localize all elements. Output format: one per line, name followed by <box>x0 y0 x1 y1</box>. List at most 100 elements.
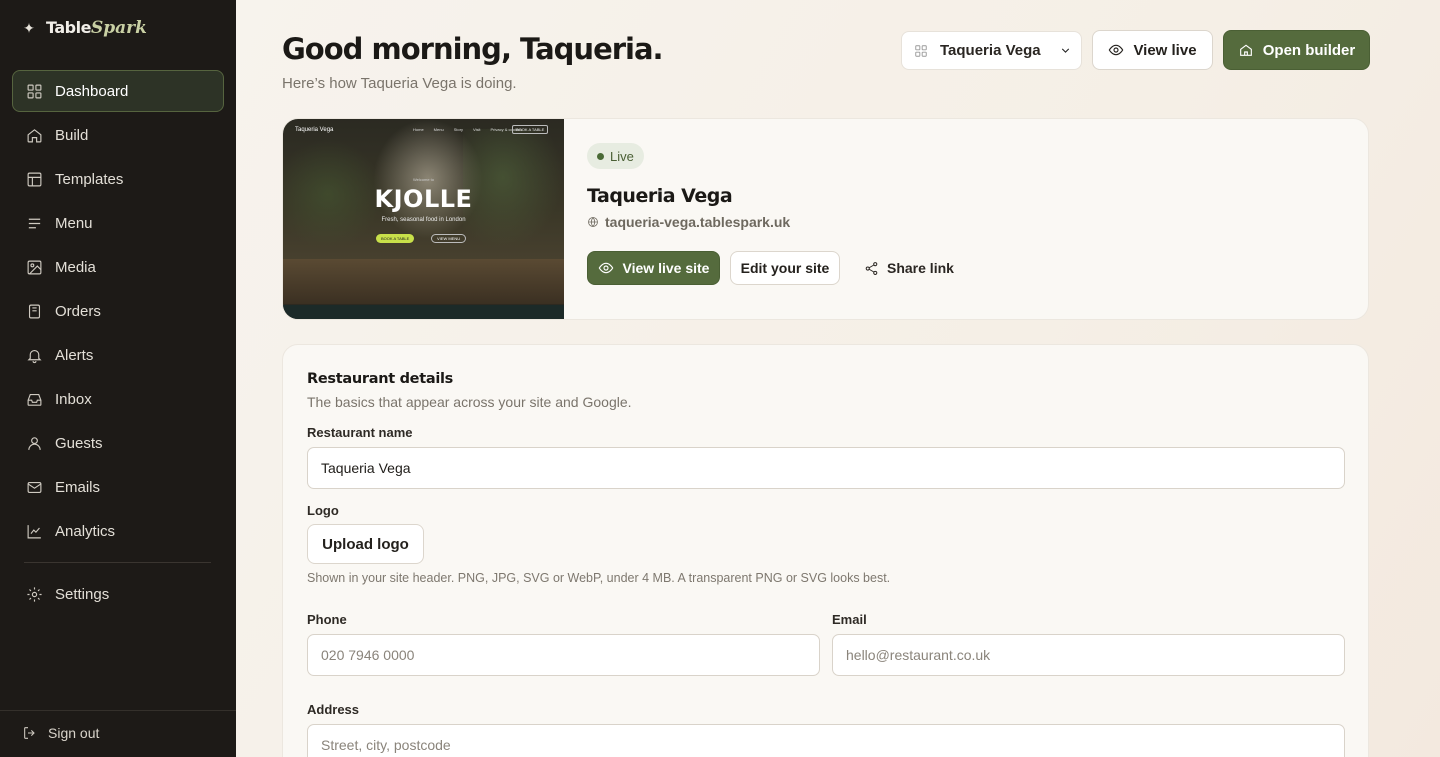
email-input[interactable] <box>832 634 1345 676</box>
phone-label: Phone <box>307 612 347 627</box>
edit-site-label: Edit your site <box>740 260 830 276</box>
preview-nav-item: Story <box>453 127 464 132</box>
gear-icon <box>27 586 42 602</box>
open-builder-button[interactable]: Open builder <box>1223 30 1370 70</box>
site-name: Taqueria Vega <box>587 185 733 207</box>
upload-logo-label: Upload logo <box>322 535 409 553</box>
sidebar-divider <box>24 562 211 563</box>
sidebar-item-templates[interactable]: Templates <box>12 158 224 200</box>
restaurant-details-card: Restaurant details The basics that appea… <box>282 344 1369 757</box>
sidebar-item-label: Menu <box>55 214 93 232</box>
home-icon <box>1239 44 1252 56</box>
share-icon <box>865 261 878 275</box>
sparkle-icon: ✦ <box>23 19 35 36</box>
sidebar-item-media[interactable]: Media <box>12 246 224 288</box>
brand-word-table: Table <box>46 18 91 37</box>
section-subtitle: The basics that appear across your site … <box>307 394 632 410</box>
sidebar-item-guests[interactable]: Guests <box>12 422 224 464</box>
phone-input[interactable] <box>307 634 820 676</box>
share-link-label: Share link <box>887 260 954 276</box>
site-card: Taqueria Vega Home Menu Story Visit Priv… <box>282 118 1369 320</box>
email-label: Email <box>832 612 867 627</box>
preview-nav: Home Menu Story Visit Privacy & cookies <box>413 127 522 132</box>
sidebar-nav: Dashboard Build Templates Menu Media Ord… <box>12 70 224 554</box>
site-selector-value: Taqueria Vega <box>940 42 1041 59</box>
preview-nav-item: Menu <box>433 127 444 132</box>
brand-word-spark: Spark <box>90 18 147 38</box>
sidebar-item-emails[interactable]: Emails <box>12 466 224 508</box>
sidebar-item-label: Inbox <box>55 390 92 408</box>
site-selector[interactable]: Taqueria Vega <box>901 31 1082 70</box>
sidebar-item-label: Build <box>55 126 89 144</box>
status-label: Live <box>610 148 634 164</box>
status-badge: Live <box>587 143 644 169</box>
preview-nav-item: Home <box>413 127 424 132</box>
sidebar-item-label: Alerts <box>55 346 94 364</box>
sign-out-label: Sign out <box>48 725 100 741</box>
site-preview-thumbnail[interactable]: Taqueria Vega Home Menu Story Visit Priv… <box>283 119 564 319</box>
open-builder-label: Open builder <box>1262 41 1356 59</box>
sidebar: ✦ TableSpark Dashboard Build Templates M… <box>0 0 236 757</box>
address-input[interactable] <box>307 724 1345 757</box>
grid-icon <box>27 84 42 98</box>
sign-out-button[interactable]: Sign out <box>22 725 99 741</box>
sidebar-item-menu[interactable]: Menu <box>12 202 224 244</box>
address-label: Address <box>307 702 360 717</box>
main-content: Good morning, Taqueria. Here’s how Taque… <box>236 0 1440 757</box>
sidebar-item-label: Analytics <box>55 522 116 540</box>
logout-icon <box>24 727 35 739</box>
preview-cta-primary: BOOK A TABLE <box>376 234 415 243</box>
chart-line-icon <box>27 524 41 538</box>
edit-site-button[interactable]: Edit your site <box>730 251 840 285</box>
sidebar-item-label: Guests <box>55 434 103 452</box>
page-title: Good morning, Taqueria. <box>282 32 664 66</box>
home-icon <box>27 128 42 142</box>
site-url[interactable]: taqueria-vega.tablespark.uk <box>587 214 790 230</box>
preview-nav-item: Visit <box>473 127 481 132</box>
sidebar-item-analytics[interactable]: Analytics <box>12 510 224 552</box>
preview-tagline: Fresh, seasonal food in London <box>381 217 466 223</box>
sidebar-item-inbox[interactable]: Inbox <box>12 378 224 420</box>
restaurant-name-input[interactable] <box>307 447 1345 489</box>
page-subtitle: Here’s how Taqueria Vega is doing. <box>282 75 517 92</box>
view-live-label: View live <box>1133 41 1197 59</box>
sidebar-item-label: Settings <box>55 585 110 603</box>
grid-icon <box>915 44 927 57</box>
sidebar-item-label: Media <box>55 258 96 276</box>
signout-area: Sign out <box>0 710 236 757</box>
view-live-button[interactable]: View live <box>1092 30 1213 70</box>
sidebar-item-orders[interactable]: Orders <box>12 290 224 332</box>
preview-hero-title: KJOLLE <box>374 185 473 213</box>
sidebar-item-settings[interactable]: Settings <box>12 573 224 615</box>
sidebar-item-label: Templates <box>55 170 124 188</box>
image-icon <box>27 260 42 274</box>
eye-icon <box>598 262 613 274</box>
logo-label: Logo <box>307 503 339 518</box>
layout-icon <box>27 172 42 186</box>
chevron-down-icon <box>1061 48 1070 53</box>
site-url-text: taqueria-vega.tablespark.uk <box>605 214 791 230</box>
sidebar-item-label: Emails <box>55 478 101 496</box>
eye-icon <box>1109 44 1124 56</box>
sidebar-item-label: Orders <box>55 302 101 320</box>
bell-icon <box>27 349 42 363</box>
user-icon <box>28 436 41 450</box>
sidebar-item-dashboard[interactable]: Dashboard <box>12 70 224 112</box>
share-link-button[interactable]: Share link <box>864 251 954 285</box>
preview-brand: Taqueria Vega <box>295 127 334 133</box>
logo-hint: Shown in your site header. PNG, JPG, SVG… <box>307 571 891 585</box>
upload-logo-button[interactable]: Upload logo <box>307 524 424 564</box>
restaurant-name-label: Restaurant name <box>307 425 413 440</box>
preview-book-button: BOOK A TABLE <box>512 125 549 134</box>
globe-icon <box>588 217 598 227</box>
sidebar-item-alerts[interactable]: Alerts <box>12 334 224 376</box>
section-title: Restaurant details <box>307 371 454 387</box>
brand-logo[interactable]: ✦ TableSpark <box>22 18 147 38</box>
lines-icon <box>28 218 41 228</box>
status-dot <box>597 152 604 160</box>
sidebar-item-build[interactable]: Build <box>12 114 224 156</box>
receipt-icon <box>28 304 41 318</box>
mail-icon <box>27 481 42 493</box>
sidebar-item-label: Dashboard <box>55 82 129 100</box>
view-live-site-button[interactable]: View live site <box>587 251 720 285</box>
